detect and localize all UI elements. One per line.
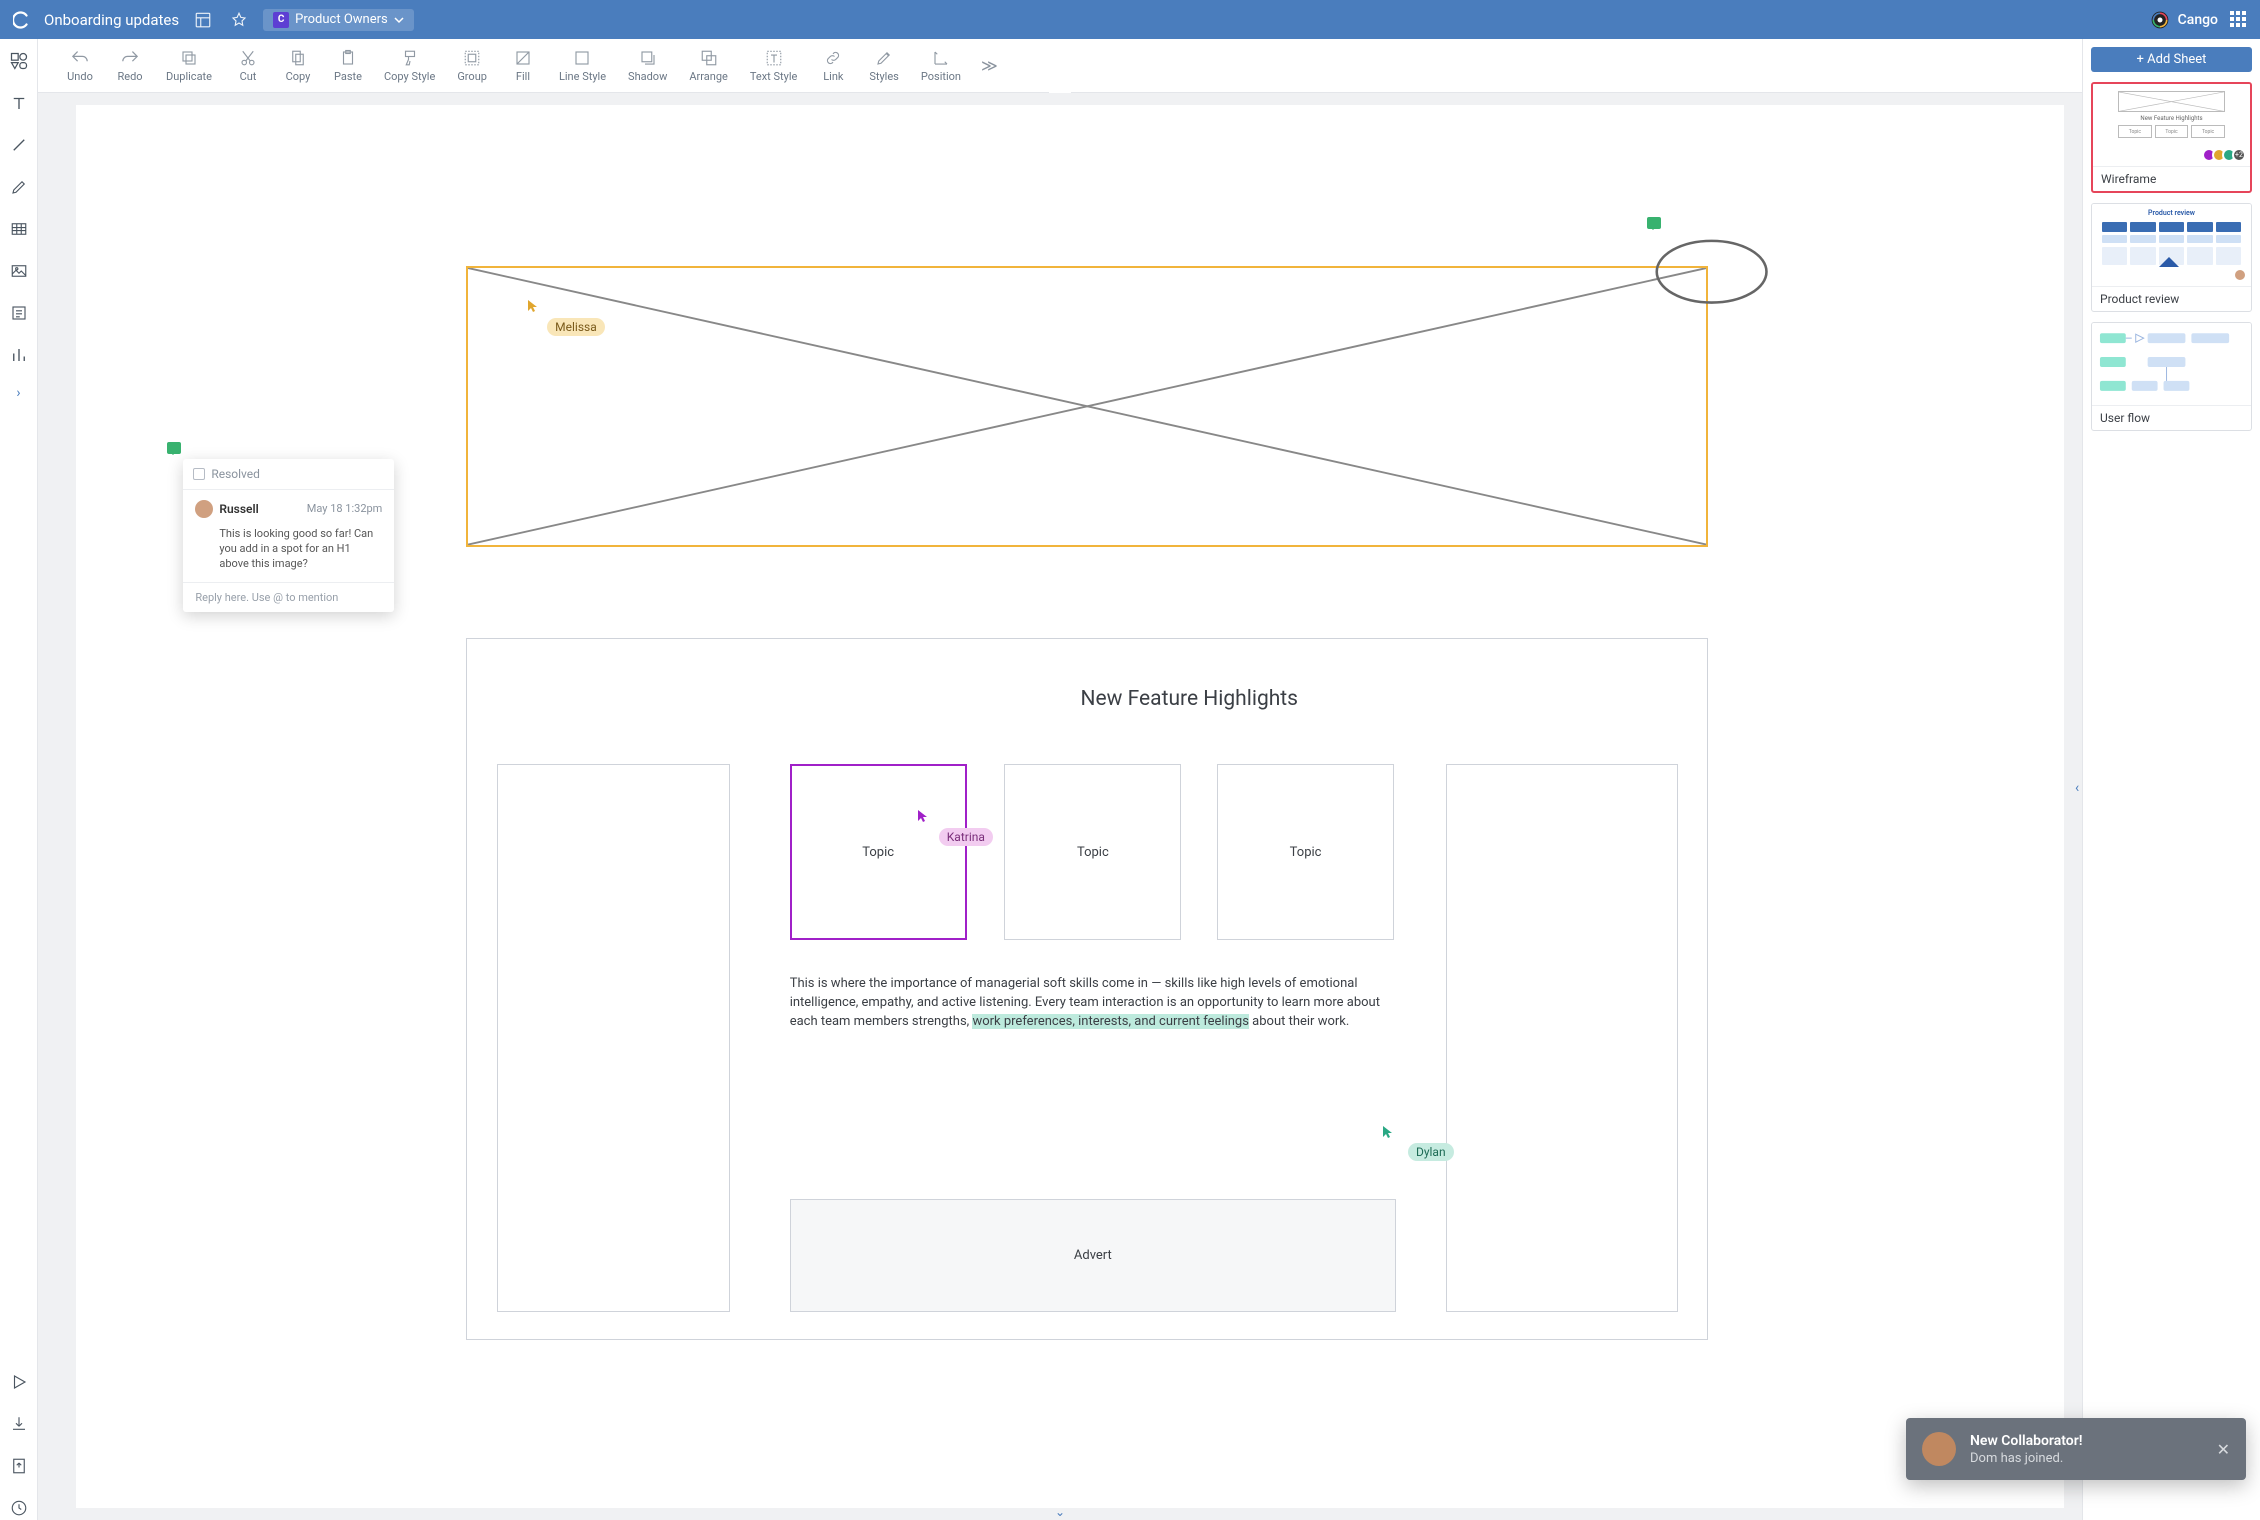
toast-new-collaborator: New Collaborator! Dom has joined. ✕ [1906,1418,2246,1480]
pen-icon[interactable] [7,175,31,199]
cursor-dylan-label: Dylan [1408,1143,1454,1161]
canvas[interactable]: Melissa Resolved Russell May 18 1:32pm T… [38,93,2082,1520]
tool-linestyle[interactable]: Line Style [551,46,614,85]
tool-shadow[interactable]: Shadow [620,46,675,85]
canvas-page[interactable]: Melissa Resolved Russell May 18 1:32pm T… [76,105,2064,1508]
comment-popover: Resolved Russell May 18 1:32pm This is l… [183,459,394,612]
tool-styles[interactable]: Styles [861,46,907,85]
share-dropdown[interactable]: C Product Owners [263,9,414,31]
text-highlight: work preferences, interests, and current… [972,1014,1249,1029]
resolved-label: Resolved [211,467,260,481]
notes-icon[interactable] [7,301,31,325]
toast-body: Dom has joined. [1970,1451,2082,1466]
expand-left-icon[interactable]: › [16,385,20,401]
wireframe-topic-box-2[interactable]: Topic [1004,764,1181,939]
tool-duplicate[interactable]: Duplicate [158,46,220,85]
sheet-wireframe[interactable]: New Feature Highlights TopicTopicTopic +… [2091,82,2252,193]
wireframe-topic-box-3[interactable]: Topic [1217,764,1394,939]
history-icon[interactable] [7,1496,31,1520]
collaborator-avatars: +2 [2206,148,2246,162]
share-label: Product Owners [295,12,388,27]
collapse-bottom-icon[interactable]: ⌄ [1055,1505,1065,1519]
tool-textstyle[interactable]: Text Style [742,46,806,85]
play-icon[interactable] [7,1370,31,1394]
sheet-thumbnail: New Feature Highlights TopicTopicTopic +… [2093,84,2250,166]
comment-avatar [195,500,213,518]
layout-icon[interactable] [191,8,215,32]
left-rail: › [0,39,38,1520]
sheet-product-review[interactable]: Product review Product review [2091,203,2252,312]
tool-position[interactable]: Position [913,46,969,85]
topbar: Onboarding updates C Product Owners Cang… [0,0,2260,39]
chart-icon[interactable] [7,343,31,367]
cursor-katrina-label: Katrina [939,828,993,846]
tool-redo[interactable]: Redo [108,46,152,85]
app-logo[interactable] [12,10,32,30]
document-title[interactable]: Onboarding updates [44,11,179,29]
cursor-melissa-label: Melissa [547,318,605,336]
wireframe-advert-box[interactable]: Advert [790,1199,1396,1311]
brand-label: Cango [2178,12,2218,28]
tool-group[interactable]: Group [449,46,495,85]
resolved-checkbox[interactable] [193,468,205,480]
toast-avatar [1922,1432,1956,1466]
wireframe-side-column-right[interactable] [1446,764,1679,1311]
wireframe-hero-image[interactable] [466,266,1709,547]
wireframe-heading[interactable]: New Feature Highlights [712,687,1666,711]
add-sheet-button[interactable]: + Add Sheet [2091,47,2252,72]
tool-arrange[interactable]: Arrange [681,46,735,85]
tool-link[interactable]: Link [811,46,855,85]
expand-right-icon[interactable]: ‹ [2075,780,2079,796]
comment-author: Russell [219,502,258,516]
tool-copystyle[interactable]: Copy Style [376,46,443,85]
tool-cut[interactable]: Cut [226,46,270,85]
sheet-thumbnail [2092,323,2251,405]
tool-copy[interactable]: Copy [276,46,320,85]
comment-resolved-row[interactable]: Resolved [183,459,394,490]
sheet-label: Wireframe [2093,166,2250,191]
sheet-user-flow[interactable]: User flow [2091,322,2252,431]
collaborator-avatar [2233,268,2247,282]
wireframe-topic-box-1[interactable]: Topic [790,764,967,939]
tool-undo[interactable]: Undo [58,46,102,85]
apps-grid-icon[interactable] [2230,11,2248,29]
tool-paste[interactable]: Paste [326,46,370,85]
comment-marker-icon[interactable] [1647,217,1661,229]
comment-reply-input[interactable]: Reply here. Use @ to mention [183,582,394,612]
comment-timestamp: May 18 1:32pm [307,502,383,515]
share-badge-icon: C [273,12,289,28]
sheet-thumbnail: Product review [2092,204,2251,286]
main: › Undo Redo Duplicate Cut Copy Paste Cop… [0,39,2260,1520]
tool-fill[interactable]: Fill [501,46,545,85]
toolbar-overflow-icon[interactable]: ≫ [975,56,1004,75]
brand-icon [2150,10,2170,30]
toast-close-icon[interactable]: ✕ [2217,1440,2230,1459]
table-icon[interactable] [7,217,31,241]
sheet-label: Product review [2092,286,2251,311]
comment-marker-icon[interactable] [167,442,181,454]
line-icon[interactable] [7,133,31,157]
image-icon[interactable] [7,259,31,283]
toast-title: New Collaborator! [1970,1433,2082,1449]
star-icon[interactable] [227,8,251,32]
chevron-down-icon [394,15,404,25]
wireframe-side-column-left[interactable] [497,764,730,1311]
export-icon[interactable] [7,1454,31,1478]
wireframe-body-text[interactable]: This is where the importance of manageri… [790,975,1396,1032]
brand[interactable]: Cango [2150,10,2218,30]
center-column: Undo Redo Duplicate Cut Copy Paste Copy … [38,39,2082,1520]
download-icon[interactable] [7,1412,31,1436]
comment-message: This is looking good so far! Can you add… [195,526,382,572]
annotation-ellipse[interactable] [1647,234,1776,311]
toolbar: Undo Redo Duplicate Cut Copy Paste Copy … [38,39,2082,93]
text-icon[interactable] [7,91,31,115]
shapes-icon[interactable] [7,49,31,73]
sheet-label: User flow [2092,405,2251,430]
right-panel: ‹ + Add Sheet New Feature Highlights Top… [2082,39,2260,1520]
